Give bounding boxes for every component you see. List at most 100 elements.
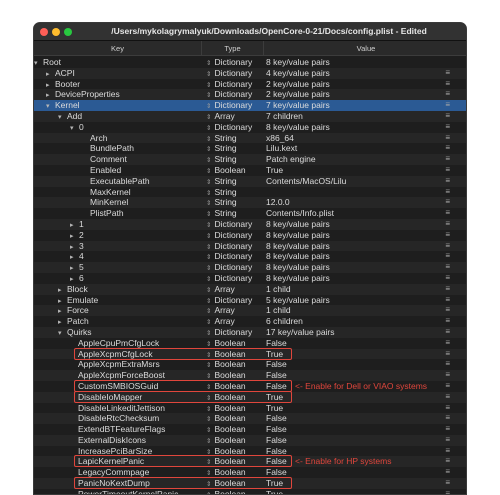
row-value[interactable]: True <box>266 489 283 494</box>
table-row[interactable]: ▾ Add ⇕ Array 7 children ≡ <box>34 110 466 122</box>
table-row[interactable]: AppleXcpmForceBoost ⇕ Boolean False ≡ <box>34 370 466 381</box>
row-value[interactable]: Lilu.kext <box>266 143 297 154</box>
table-row[interactable]: PowerTimeoutKernelPanic ⇕Boolean True ≡ <box>34 489 466 494</box>
table-row[interactable]: ExecutablePath ⇕ String Contents/MacOS/Lilu… <box>34 175 466 187</box>
hamburger-menu-icon[interactable]: ≡ <box>445 219 450 230</box>
row-type-select[interactable]: ⇕Boolean <box>206 489 246 494</box>
row-value[interactable]: False <box>266 456 287 467</box>
table-row[interactable]: ExternalDiskIcons ⇕ Boolean False ≡ <box>34 434 466 446</box>
table-row[interactable]: ▸ ACPI ⇕ Dictionary 4 key/value pairs ≡ <box>34 67 466 79</box>
row-value[interactable]: 8 key/value pairs <box>266 57 330 68</box>
table-row[interactable]: ExtendBTFeatureFlags ⇕ Boolean False ≡ <box>34 424 466 435</box>
table-row[interactable]: ▸ Emulate ⇕ Dictionary 5 key/value pairs ≡ <box>34 295 466 306</box>
row-value[interactable]: 8 key/value pairs <box>266 122 330 133</box>
row-value[interactable]: 7 children <box>266 111 303 122</box>
hamburger-menu-icon[interactable]: ≡ <box>445 349 450 360</box>
hamburger-menu-icon[interactable]: ≡ <box>445 413 450 424</box>
table-row[interactable]: PlistPath ⇕ String Contents/Info.plist ≡ <box>34 208 466 219</box>
row-key[interactable]: LegacyCommpage <box>78 467 149 478</box>
hamburger-menu-icon[interactable]: ≡ <box>445 338 450 349</box>
row-value[interactable]: 8 key/value pairs <box>266 262 330 273</box>
hamburger-menu-icon[interactable]: ≡ <box>445 122 450 133</box>
row-value[interactable]: False <box>266 370 287 381</box>
table-row[interactable]: BundlePath ⇕ String Lilu.kext ≡ <box>34 143 466 154</box>
hamburger-menu-icon[interactable]: ≡ <box>445 370 450 381</box>
row-key[interactable]: Comment <box>90 154 127 165</box>
row-value[interactable]: Contents/Info.plist <box>266 208 334 219</box>
table-row[interactable]: ▾ Root ⇕ Dictionary 8 key/value pairs <box>34 57 466 68</box>
table-row[interactable]: DisableIoMapper ⇕ Boolean True ≡ <box>34 391 466 403</box>
hamburger-menu-icon[interactable]: ≡ <box>445 111 450 122</box>
table-row[interactable]: IncreasePciBarSize ⇕ Boolean False ≡ <box>34 446 466 457</box>
row-value[interactable]: False <box>266 424 287 435</box>
row-value[interactable]: 17 key/value pairs <box>266 327 335 338</box>
row-value[interactable]: False <box>266 435 287 446</box>
hamburger-menu-icon[interactable]: ≡ <box>445 327 450 338</box>
hamburger-menu-icon[interactable]: ≡ <box>445 251 450 262</box>
row-key[interactable]: IncreasePciBarSize <box>78 446 152 457</box>
row-key[interactable]: PanicNoKextDump <box>78 478 150 489</box>
row-key[interactable]: PowerTimeoutKernelPanic <box>78 489 178 494</box>
hamburger-menu-icon[interactable]: ≡ <box>445 187 450 198</box>
table-row[interactable]: LegacyCommpage ⇕ Boolean False ≡ <box>34 467 466 478</box>
row-key[interactable]: MaxKernel <box>90 187 131 198</box>
row-value[interactable]: 8 key/value pairs <box>266 230 330 241</box>
row-key[interactable]: LapicKernelPanic <box>78 456 144 467</box>
row-value[interactable]: 8 key/value pairs <box>266 241 330 252</box>
hamburger-menu-icon[interactable]: ≡ <box>445 316 450 327</box>
row-key[interactable]: CustomSMBIOSGuid <box>78 381 158 392</box>
column-header-type[interactable]: Type <box>202 41 264 55</box>
hamburger-menu-icon[interactable]: ≡ <box>445 424 450 435</box>
row-key[interactable]: ExecutablePath <box>90 176 150 187</box>
close-window-button[interactable] <box>40 28 48 36</box>
table-row[interactable]: ▸ 4 ⇕ Dictionary 8 key/value pairs ≡ <box>34 251 466 262</box>
row-value[interactable]: False <box>266 467 287 478</box>
row-value[interactable]: 2 key/value pairs <box>266 79 330 90</box>
row-key[interactable]: Enabled <box>90 165 121 176</box>
table-row[interactable]: ▾ Kernel ⇕ Dictionary 7 key/value pairs ≡ <box>34 100 466 111</box>
table-row[interactable]: ▸ 1 ⇕ Dictionary 8 key/value pairs ≡ <box>34 218 466 230</box>
row-value[interactable]: 8 key/value pairs <box>266 273 330 284</box>
row-value[interactable]: 8 key/value pairs <box>266 251 330 262</box>
table-row[interactable]: ▸ Block ⇕ Array 1 child ≡ <box>34 283 466 295</box>
row-key[interactable]: MinKernel <box>90 197 128 208</box>
hamburger-menu-icon[interactable]: ≡ <box>445 133 450 144</box>
row-value[interactable]: True <box>266 349 283 360</box>
hamburger-menu-icon[interactable]: ≡ <box>445 403 450 414</box>
hamburger-menu-icon[interactable]: ≡ <box>445 68 450 79</box>
table-row[interactable]: LapicKernelPanic ⇕ Boolean False ≡ <box>34 456 466 468</box>
row-value[interactable]: 8 key/value pairs <box>266 219 330 230</box>
table-row[interactable]: DisableRtcChecksum ⇕ Boolean False ≡ <box>34 413 466 425</box>
hamburger-menu-icon[interactable]: ≡ <box>445 273 450 284</box>
row-value[interactable]: 4 key/value pairs <box>266 68 330 79</box>
hamburger-menu-icon[interactable]: ≡ <box>445 262 450 273</box>
row-value[interactable]: True <box>266 165 283 176</box>
hamburger-menu-icon[interactable]: ≡ <box>445 79 450 90</box>
row-key[interactable]: DisableLinkeditJettison <box>78 403 165 414</box>
row-key[interactable]: AppleCpuPmCfgLock <box>78 338 159 349</box>
hamburger-menu-icon[interactable]: ≡ <box>445 478 450 489</box>
hamburger-menu-icon[interactable]: ≡ <box>445 165 450 176</box>
hamburger-menu-icon[interactable]: ≡ <box>445 208 450 219</box>
row-value[interactable]: True <box>266 392 283 403</box>
row-value[interactable]: False <box>266 446 287 457</box>
zoom-window-button[interactable] <box>64 28 72 36</box>
row-value[interactable]: 7 key/value pairs <box>266 100 330 111</box>
table-row[interactable]: Arch ⇕ String x86_64 ≡ <box>34 132 466 144</box>
row-key[interactable]: AppleXcpmForceBoost <box>78 370 165 381</box>
row-value[interactable]: 1 child <box>266 284 291 295</box>
table-row[interactable]: AppleXcpmExtraMsrs ⇕ Boolean False ≡ <box>34 359 466 370</box>
row-value[interactable]: False <box>266 381 287 392</box>
hamburger-menu-icon[interactable]: ≡ <box>445 435 450 446</box>
table-row[interactable]: AppleXcpmCfgLock ⇕ Boolean True ≡ <box>34 348 466 360</box>
table-row[interactable]: MaxKernel ⇕ String ≡ <box>34 187 466 198</box>
column-header-value[interactable]: Value <box>264 44 466 53</box>
hamburger-menu-icon[interactable]: ≡ <box>445 197 450 208</box>
table-row[interactable]: Comment ⇕ String Patch engine ≡ <box>34 154 466 165</box>
table-row[interactable]: ▸ 3 ⇕ Dictionary 8 key/value pairs ≡ <box>34 240 466 252</box>
row-value[interactable]: x86_64 <box>266 133 294 144</box>
table-row[interactable]: AppleCpuPmCfgLock ⇕ Boolean False ≡ <box>34 338 466 349</box>
row-key[interactable]: DisableRtcChecksum <box>78 413 159 424</box>
row-value[interactable]: False <box>266 413 287 424</box>
row-key[interactable]: PlistPath <box>90 208 124 219</box>
